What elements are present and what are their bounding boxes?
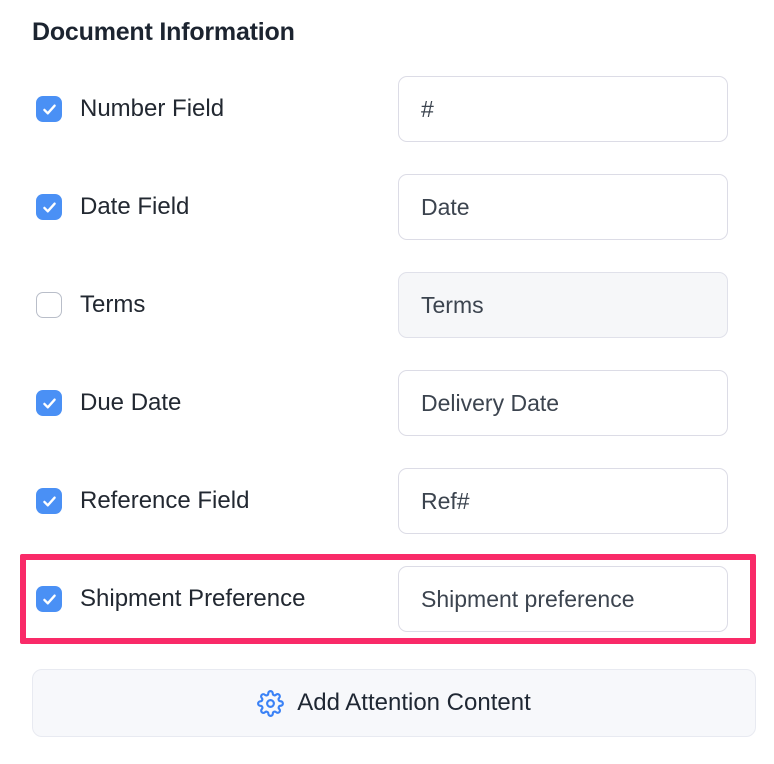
field-label-number-field: Number Field — [80, 95, 225, 122]
checkbox-cell-shipment-preference: Shipment Preference — [0, 585, 398, 613]
input-due-date[interactable]: Delivery Date — [398, 370, 728, 436]
add-attention-content-button[interactable]: Add Attention Content — [32, 669, 756, 737]
checkbox-due-date[interactable] — [36, 390, 62, 416]
field-row: Terms Terms — [0, 269, 774, 341]
input-cell-shipment-preference: Shipment preference — [398, 566, 774, 632]
input-cell-terms: Terms — [398, 272, 774, 338]
checkbox-cell-reference-field: Reference Field — [0, 487, 398, 515]
checkbox-cell-due-date: Due Date — [0, 389, 398, 417]
document-information-panel: Document Information Number Field # Date F… — [0, 0, 774, 764]
field-label-date-field: Date Field — [80, 193, 190, 220]
checkbox-reference-field[interactable] — [36, 488, 62, 514]
input-cell-reference-field: Ref# — [398, 468, 774, 534]
checkbox-cell-date-field: Date Field — [0, 193, 398, 221]
page-title: Document Information — [32, 18, 295, 46]
input-reference-field[interactable]: Ref# — [398, 468, 728, 534]
checkbox-shipment-preference[interactable] — [36, 586, 62, 612]
field-label-terms: Terms — [80, 291, 146, 318]
field-row: Date Field Date — [0, 171, 774, 243]
field-row: Number Field # — [0, 73, 774, 145]
gear-icon — [257, 689, 285, 717]
field-row: Due Date Delivery Date — [0, 367, 774, 439]
checkbox-date-field[interactable] — [36, 194, 62, 220]
field-row: Shipment Preference Shipment preference — [0, 554, 774, 644]
input-cell-due-date: Delivery Date — [398, 370, 774, 436]
field-label-shipment-preference: Shipment Preference — [80, 585, 306, 612]
field-label-due-date: Due Date — [80, 389, 182, 416]
input-shipment-preference[interactable]: Shipment preference — [398, 566, 728, 632]
checkbox-cell-number-field: Number Field — [0, 95, 398, 123]
input-number-field[interactable]: # — [398, 76, 728, 142]
checkbox-number-field[interactable] — [36, 96, 62, 122]
input-cell-number-field: # — [398, 76, 774, 142]
field-label-reference-field: Reference Field — [80, 487, 250, 514]
input-date-field[interactable]: Date — [398, 174, 728, 240]
field-rows-list: Number Field # Date Field Date Terms Terms Due… — [0, 73, 774, 661]
checkbox-cell-terms: Terms — [0, 291, 398, 319]
input-cell-date-field: Date — [398, 174, 774, 240]
checkbox-terms[interactable] — [36, 292, 62, 318]
add-attention-content-label: Add Attention Content — [297, 689, 531, 716]
field-row: Reference Field Ref# — [0, 465, 774, 537]
input-terms: Terms — [398, 272, 728, 338]
